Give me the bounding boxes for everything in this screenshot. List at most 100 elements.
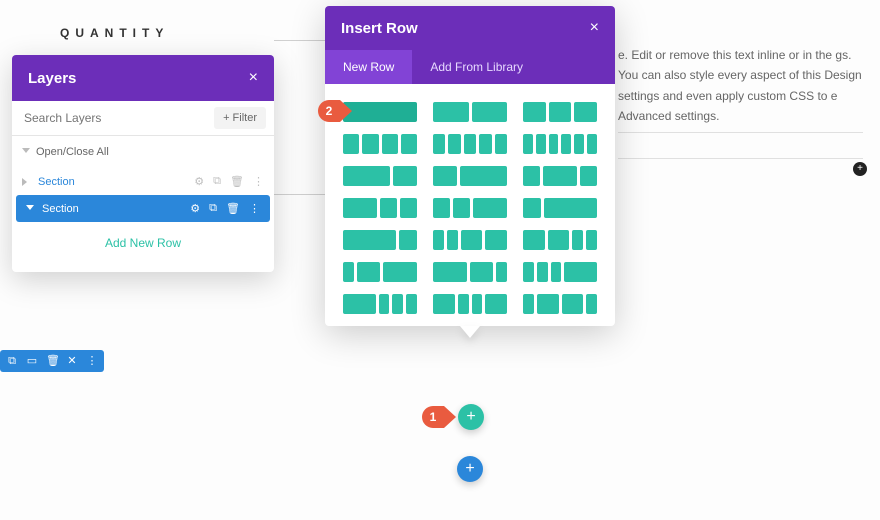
row-layout-grid [325, 84, 615, 326]
layout-column [561, 134, 571, 154]
row-layout-option[interactable] [343, 294, 417, 314]
toolbar-save-icon[interactable]: ▭ [26, 355, 38, 367]
section-row-actions: ⚙ ⧉ 🗑 ⋮ [194, 175, 264, 188]
layout-column [523, 134, 533, 154]
layout-column [470, 262, 493, 282]
layout-column [587, 134, 597, 154]
section-row-actions: ⚙ ⧉ 🗑 ⋮ [190, 202, 260, 215]
insert-row-title: Insert Row [341, 20, 418, 37]
row-layout-option[interactable] [523, 294, 597, 314]
layout-column [343, 198, 377, 218]
layers-search-row: + Filter [12, 101, 274, 136]
row-layout-option[interactable] [343, 166, 417, 186]
tab-new-row[interactable]: New Row [325, 50, 412, 84]
row-layout-option[interactable] [523, 134, 597, 154]
row-layout-option[interactable] [343, 102, 417, 122]
layers-title: Layers [28, 70, 76, 87]
layout-column [549, 102, 572, 122]
row-layout-option[interactable] [343, 198, 417, 218]
layout-column [537, 294, 559, 314]
callout-marker-2: 2 [318, 100, 352, 122]
connector-line [274, 40, 326, 41]
toolbar-close-icon[interactable]: ✕ [66, 355, 78, 367]
trash-icon[interactable]: 🗑 [226, 202, 240, 215]
layout-column [580, 166, 597, 186]
row-layout-option[interactable] [523, 198, 597, 218]
row-layout-option[interactable] [433, 198, 507, 218]
layout-column [523, 102, 546, 122]
layout-column [586, 294, 597, 314]
layout-column [343, 262, 354, 282]
layout-column [401, 134, 417, 154]
layout-column [564, 262, 597, 282]
collapsed-toggle-icon[interactable]: + [853, 162, 867, 176]
trash-icon[interactable]: 🗑 [230, 175, 244, 188]
filter-button[interactable]: + Filter [214, 107, 266, 129]
add-new-row-link[interactable]: Add New Row [12, 222, 274, 272]
row-layout-option[interactable] [433, 294, 507, 314]
row-layout-option[interactable] [523, 102, 597, 122]
layout-column [496, 262, 507, 282]
callout-number: 2 [318, 100, 340, 122]
layout-column [523, 198, 541, 218]
row-layout-option[interactable] [523, 230, 597, 250]
layout-column [543, 166, 577, 186]
callout-number: 1 [422, 406, 444, 428]
more-icon[interactable]: ⋮ [249, 202, 260, 215]
layout-column [536, 134, 546, 154]
row-layout-option[interactable] [433, 262, 507, 282]
layout-column [392, 294, 403, 314]
copy-icon[interactable]: ⧉ [213, 175, 221, 188]
layout-column [473, 198, 507, 218]
row-layout-option[interactable] [433, 230, 507, 250]
open-close-all[interactable]: Open/Close All [12, 136, 274, 168]
layout-column [433, 294, 455, 314]
toolbar-more-icon[interactable]: ⋮ [86, 355, 98, 367]
layout-column [433, 102, 469, 122]
layout-column [433, 262, 467, 282]
insert-row-panel: Insert Row × New Row Add From Library [325, 6, 615, 326]
tab-add-from-library[interactable]: Add From Library [412, 50, 541, 84]
layers-close-icon[interactable]: × [249, 69, 258, 87]
layout-column [382, 134, 398, 154]
layout-column [549, 134, 559, 154]
more-icon[interactable]: ⋮ [253, 175, 264, 188]
row-layout-option[interactable] [343, 134, 417, 154]
gear-icon[interactable]: ⚙ [194, 175, 204, 188]
row-layout-option[interactable] [523, 262, 597, 282]
row-layout-option[interactable] [433, 102, 507, 122]
layers-panel: Layers × + Filter Open/Close All Section… [12, 55, 274, 272]
gear-icon[interactable]: ⚙ [190, 202, 200, 215]
toolbar-copy-icon[interactable]: ⧉ [6, 355, 18, 367]
insert-row-header: Insert Row × [325, 6, 615, 50]
row-layout-option[interactable] [343, 230, 417, 250]
layout-column [574, 134, 584, 154]
layout-column [433, 198, 450, 218]
row-layout-option[interactable] [433, 166, 507, 186]
layout-column [383, 262, 417, 282]
insert-row-close-icon[interactable]: × [590, 19, 599, 37]
copy-icon[interactable]: ⧉ [209, 202, 217, 215]
toolbar-trash-icon[interactable]: 🗑 [46, 355, 58, 367]
search-input[interactable] [12, 101, 206, 135]
section-toolbar[interactable]: ⧉ ▭ 🗑 ✕ ⋮ [0, 350, 104, 372]
layout-column [343, 166, 390, 186]
add-row-button[interactable]: + [458, 404, 484, 430]
layout-column [485, 230, 507, 250]
chevron-down-icon [26, 205, 34, 213]
row-layout-option[interactable] [343, 262, 417, 282]
layout-column [433, 230, 444, 250]
section-row[interactable]: Section ⚙ ⧉ 🗑 ⋮ [12, 168, 274, 195]
section-row-active[interactable]: Section ⚙ ⧉ 🗑 ⋮ [16, 195, 270, 222]
layout-column [523, 262, 534, 282]
callout-tail [444, 406, 456, 428]
layout-column [460, 166, 507, 186]
layout-column [523, 294, 534, 314]
bg-divider-1 [618, 132, 863, 133]
add-section-button[interactable]: + [457, 456, 483, 482]
insert-row-tabs: New Row Add From Library [325, 50, 615, 84]
section-label: Section [38, 176, 75, 188]
row-layout-option[interactable] [523, 166, 597, 186]
row-layout-option[interactable] [433, 134, 507, 154]
layout-column [448, 134, 460, 154]
